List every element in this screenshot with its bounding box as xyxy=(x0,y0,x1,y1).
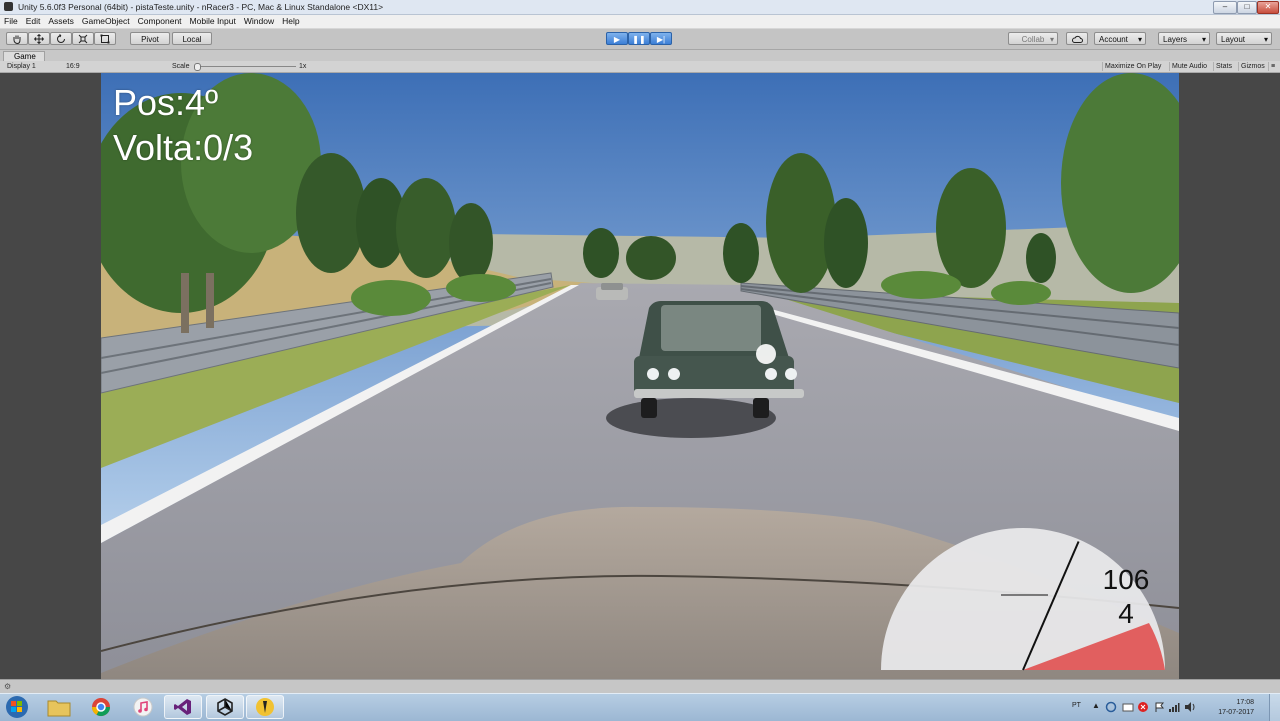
maximize-button[interactable]: □ xyxy=(1237,1,1257,14)
hand-icon xyxy=(13,35,21,45)
window-title: Unity 5.6.0f3 Personal (64bit) - pistaTe… xyxy=(18,2,384,12)
scene-render xyxy=(101,73,1179,679)
gear-value: 4 xyxy=(1118,598,1134,629)
taskbar-visual-studio[interactable] xyxy=(164,695,202,719)
taskbar-itunes[interactable] xyxy=(124,695,162,719)
step-icon: ▶| xyxy=(656,35,666,44)
app-icon xyxy=(256,698,274,716)
windows-taskbar: PT ▲ 17:08 17-07-2017 xyxy=(0,693,1280,721)
menu-gameobject[interactable]: GameObject xyxy=(78,15,134,26)
scale-slider-handle[interactable] xyxy=(194,63,201,71)
pivot-toggle[interactable]: Pivot xyxy=(130,32,170,45)
menu-bar: File Edit Assets GameObject Component Mobile … xyxy=(0,15,1280,29)
layers-label: Layers xyxy=(1163,35,1188,44)
account-label: Account xyxy=(1099,35,1128,44)
account-dropdown[interactable]: Account xyxy=(1094,32,1146,46)
menu-file[interactable]: File xyxy=(0,15,22,26)
volume-icon[interactable] xyxy=(1184,701,1196,713)
scale-slider-track[interactable] xyxy=(196,66,296,67)
clock-time[interactable]: 17:08 xyxy=(1236,699,1254,706)
scale-value: 1x xyxy=(299,63,307,70)
show-desktop-button[interactable] xyxy=(1269,694,1280,721)
unity-icon xyxy=(217,698,233,716)
start-button[interactable] xyxy=(2,695,32,719)
chrome-icon xyxy=(92,698,110,717)
game-view-controls: Display 1 16:9 Scale 1x Maximize On Play… xyxy=(0,61,1280,73)
mail-icon[interactable] xyxy=(1122,701,1134,713)
network-icon[interactable] xyxy=(1168,701,1180,713)
game-view: Pos:4º Volta:0/3 106 4 xyxy=(0,73,1280,679)
local-label: Local xyxy=(182,35,202,44)
window-title-bar: Unity 5.6.0f3 Personal (64bit) - pistaTe… xyxy=(0,0,1280,15)
rect-icon xyxy=(100,34,110,44)
maximize-on-play-toggle[interactable]: Maximize On Play xyxy=(1102,62,1163,71)
tray-expand-icon[interactable]: ▲ xyxy=(1092,701,1100,710)
pause-icon: ❚❚ xyxy=(632,35,646,44)
stats-toggle[interactable]: Stats xyxy=(1213,62,1234,71)
unity-logo-icon xyxy=(4,2,13,11)
language-indicator[interactable]: PT xyxy=(1072,702,1081,709)
taskbar-app[interactable] xyxy=(246,695,284,719)
move-tool-button[interactable] xyxy=(28,32,50,45)
display-dropdown[interactable]: Display 1 xyxy=(7,62,36,71)
play-button[interactable]: ▶ xyxy=(606,32,628,45)
menu-assets[interactable]: Assets xyxy=(44,15,78,26)
menu-window[interactable]: Window xyxy=(240,15,278,26)
visual-studio-icon xyxy=(174,699,191,715)
hand-tool-button[interactable] xyxy=(6,32,28,45)
pivot-label: Pivot xyxy=(141,35,159,44)
play-icon: ▶ xyxy=(613,35,621,44)
gizmos-dropdown[interactable]: Gizmos xyxy=(1238,62,1267,71)
close-button[interactable]: ✕ xyxy=(1257,1,1279,14)
clock-date[interactable]: 17-07-2017 xyxy=(1218,709,1254,716)
scale-label: Scale xyxy=(172,63,190,70)
cloud-icon xyxy=(1071,35,1083,43)
itunes-icon xyxy=(133,697,153,717)
pause-button[interactable]: ❚❚ xyxy=(628,32,650,45)
menu-mobile-input[interactable]: Mobile Input xyxy=(186,15,240,26)
menu-edit[interactable]: Edit xyxy=(22,15,45,26)
panel-menu-icon[interactable]: ≡ xyxy=(1268,62,1277,71)
game-tab-label: Game xyxy=(14,52,36,61)
taskbar-file-explorer[interactable] xyxy=(40,695,78,719)
move-icon xyxy=(34,34,44,44)
folder-icon xyxy=(47,700,71,717)
game-tab-row: Game xyxy=(0,50,1280,62)
system-tray: PT ▲ 17:08 17-07-2017 xyxy=(1060,694,1280,721)
rect-tool-button[interactable] xyxy=(94,32,116,45)
local-toggle[interactable]: Local xyxy=(172,32,212,45)
console-status-icon[interactable]: ⚙ xyxy=(4,682,11,691)
layout-label: Layout xyxy=(1221,35,1246,44)
status-bar: ⚙ xyxy=(0,679,1280,693)
security-icon[interactable] xyxy=(1137,701,1149,713)
collab-dropdown[interactable]: Collab xyxy=(1008,32,1058,46)
scale-icon xyxy=(78,34,88,44)
cloud-button[interactable] xyxy=(1066,32,1088,45)
layers-dropdown[interactable]: Layers xyxy=(1158,32,1210,46)
rotate-tool-button[interactable] xyxy=(50,32,72,45)
aspect-dropdown[interactable]: 16:9 xyxy=(66,62,80,71)
scale-tool-button[interactable] xyxy=(72,32,94,45)
windows-start-icon xyxy=(6,696,28,718)
race-position: Pos:4º xyxy=(113,82,219,123)
speed-value: 106 xyxy=(1102,564,1150,595)
taskbar-unity[interactable] xyxy=(206,695,244,719)
minimize-button[interactable]: – xyxy=(1213,1,1237,14)
layout-dropdown[interactable]: Layout xyxy=(1216,32,1272,46)
menu-component[interactable]: Component xyxy=(134,15,186,26)
rotate-icon xyxy=(57,34,65,43)
sync-icon[interactable] xyxy=(1105,701,1117,713)
race-scene: Pos:4º Volta:0/3 106 4 xyxy=(101,73,1179,679)
collab-label: Collab xyxy=(1021,35,1045,44)
flag-icon[interactable] xyxy=(1153,701,1165,713)
main-toolbar: Pivot Local ▶ ❚❚ ▶| Collab Account Layer… xyxy=(0,29,1280,50)
taskbar-chrome[interactable] xyxy=(82,695,120,719)
mute-audio-toggle[interactable]: Mute Audio xyxy=(1169,62,1209,71)
menu-help[interactable]: Help xyxy=(278,15,303,26)
lap-counter: Volta:0/3 xyxy=(113,127,254,168)
step-button[interactable]: ▶| xyxy=(650,32,672,45)
